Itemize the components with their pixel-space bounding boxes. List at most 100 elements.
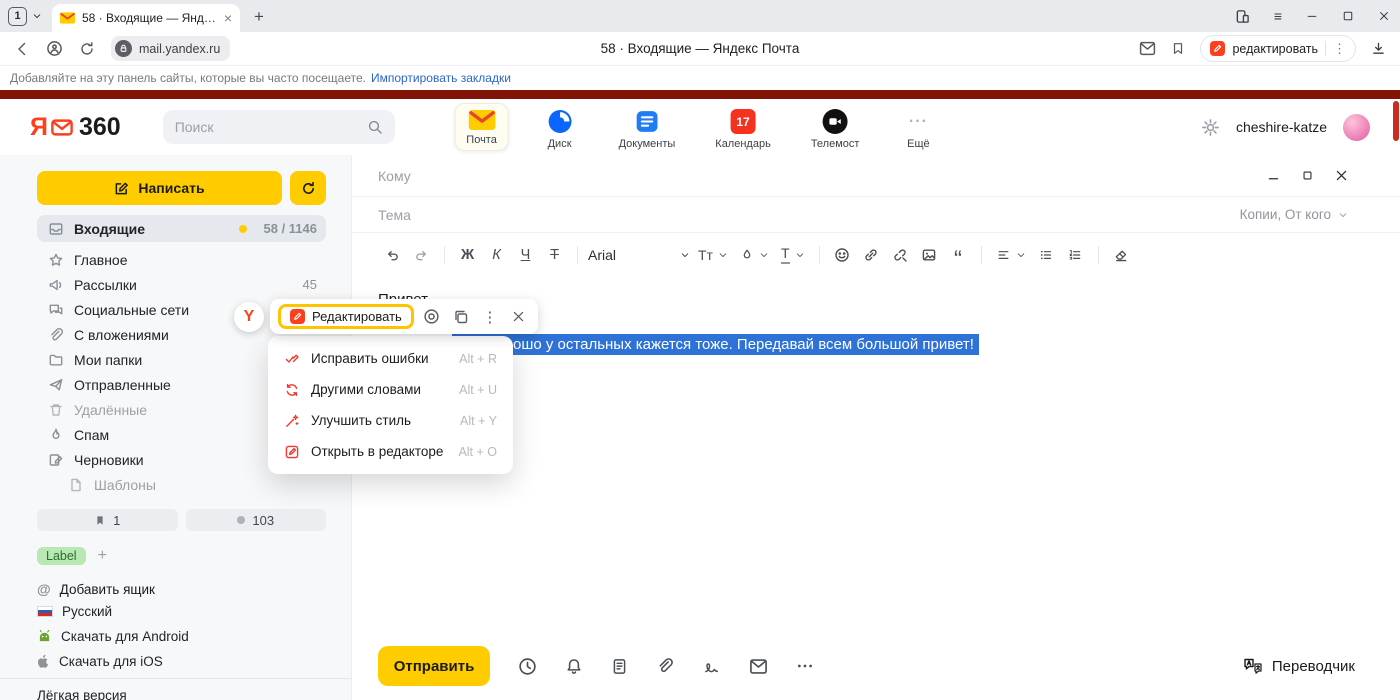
highlight-icon: [740, 248, 754, 262]
bookmarked-filter[interactable]: 1: [37, 509, 178, 531]
lite-version-link[interactable]: Лёгкая версия: [0, 678, 351, 700]
search-input[interactable]: [175, 119, 367, 135]
compose-expand-icon[interactable]: [1302, 170, 1313, 181]
user-name[interactable]: cheshire-katze: [1236, 119, 1327, 135]
italic-button[interactable]: К: [483, 241, 510, 269]
cc-from-toggle[interactable]: Копии, От кого: [1240, 207, 1348, 222]
download-ios-link[interactable]: Скачать для iOS: [0, 649, 351, 674]
service-documents[interactable]: Документы: [611, 103, 684, 154]
align-dropdown[interactable]: [993, 241, 1029, 269]
menu-item-open-editor[interactable]: Открыть в редакторе Alt + O: [268, 436, 513, 467]
refresh-mail-button[interactable]: [290, 171, 326, 205]
import-bookmarks-link[interactable]: Импортировать закладки: [371, 71, 511, 85]
chevron-down-icon: [1016, 250, 1026, 260]
compose-button[interactable]: Написать: [37, 171, 282, 205]
undo-button[interactable]: [379, 241, 406, 269]
service-header: Я 360 Почта Диск Документы 17 Календа: [0, 99, 1400, 155]
tab-close-icon[interactable]: ×: [224, 11, 232, 25]
mail-notify-icon[interactable]: [1139, 41, 1156, 56]
add-label-button[interactable]: +: [98, 547, 107, 565]
search-box[interactable]: [163, 110, 395, 144]
compose-close-icon[interactable]: [1335, 169, 1348, 182]
rephrase-icon: [284, 382, 300, 398]
at-icon: @: [37, 581, 51, 597]
address-pill[interactable]: mail.yandex.ru: [111, 36, 230, 61]
service-disk[interactable]: Диск: [533, 103, 587, 154]
emoji-button[interactable]: [829, 241, 856, 269]
link-button[interactable]: [858, 241, 885, 269]
back-icon[interactable]: [14, 41, 30, 57]
schedule-icon[interactable]: [518, 657, 537, 676]
eraser-button[interactable]: [1108, 241, 1135, 269]
minimize-icon[interactable]: [1306, 10, 1318, 22]
redo-button[interactable]: [408, 241, 435, 269]
sidebar-item-main[interactable]: Главное: [37, 247, 326, 272]
star-icon: [48, 252, 64, 268]
bold-button[interactable]: Ж: [454, 241, 481, 269]
to-field[interactable]: Кому: [378, 168, 411, 184]
browser-tab[interactable]: 58 · Входящие — Яндекс Почта ×: [52, 4, 240, 32]
selected-text[interactable]: ошо у остальных кажется тоже. Передавай …: [452, 334, 979, 355]
numbered-list-button[interactable]: [1062, 241, 1089, 269]
menu-item-fix-errors[interactable]: Исправить ошибки Alt + R: [268, 343, 513, 374]
page-scrollbar[interactable]: [1393, 101, 1399, 141]
text-color-dropdown[interactable]: Т: [778, 241, 808, 269]
menu-item-improve-style[interactable]: Улучшить стиль Alt + Y: [268, 405, 513, 436]
service-mail[interactable]: Почта: [455, 103, 509, 151]
devices-icon[interactable]: [1235, 9, 1250, 24]
menu-icon[interactable]: ≡: [1274, 9, 1282, 23]
service-calendar[interactable]: 17 Календарь: [707, 103, 779, 154]
download-android-link[interactable]: Скачать для Android: [0, 624, 351, 649]
envelope-icon[interactable]: [749, 658, 768, 675]
translator-button[interactable]: Переводчик: [1243, 657, 1355, 675]
menu-item-rephrase[interactable]: Другими словами Alt + U: [268, 374, 513, 405]
new-tab-button[interactable]: +: [246, 4, 272, 30]
bullet-list-button[interactable]: [1033, 241, 1060, 269]
download-icon[interactable]: [1371, 41, 1386, 56]
ai-close-icon[interactable]: [508, 310, 530, 323]
gear-icon[interactable]: [1201, 118, 1220, 137]
service-more[interactable]: ··· Ещё: [891, 103, 945, 154]
yandex-360-logo[interactable]: Я 360: [30, 113, 121, 142]
image-button[interactable]: [916, 241, 943, 269]
unread-filter[interactable]: 103: [186, 509, 327, 531]
send-button[interactable]: Отправить: [378, 646, 490, 686]
language-switcher[interactable]: Русский: [0, 599, 351, 624]
more-dots-icon: ···: [906, 109, 931, 134]
bell-icon[interactable]: [565, 657, 583, 676]
bookmark-flag-icon[interactable]: [1171, 41, 1185, 56]
yandex-ai-bubble[interactable]: Y: [234, 302, 264, 332]
signature-icon[interactable]: [702, 658, 721, 675]
tab-counter[interactable]: 1: [8, 0, 42, 32]
underline-button[interactable]: Ч: [512, 241, 539, 269]
unlink-button[interactable]: [887, 241, 914, 269]
highlight-color-dropdown[interactable]: [737, 241, 772, 269]
template-icon[interactable]: [611, 657, 628, 676]
search-icon: [367, 119, 383, 135]
font-size-dropdown[interactable]: Тт: [695, 241, 731, 269]
sidebar-item-newsletters[interactable]: Рассылки 45: [37, 272, 326, 297]
compose-minimize-icon[interactable]: [1267, 169, 1280, 182]
refresh-icon[interactable]: [79, 41, 95, 57]
avatar[interactable]: [1343, 114, 1370, 141]
sidebar-item-templates[interactable]: Шаблоны: [37, 472, 326, 497]
kebab-icon[interactable]: ⋮: [479, 308, 501, 326]
font-family-dropdown[interactable]: Arial: [588, 241, 690, 269]
globe-icon[interactable]: [421, 308, 443, 325]
attach-icon[interactable]: [656, 657, 674, 675]
maximize-icon[interactable]: [1342, 10, 1354, 22]
add-mailbox-button[interactable]: @ Добавить ящик: [37, 581, 326, 597]
service-telemost[interactable]: Телемост: [803, 103, 868, 154]
label-tag[interactable]: Label: [37, 547, 86, 565]
strikethrough-button[interactable]: Т: [541, 241, 568, 269]
more-options-icon[interactable]: [796, 657, 814, 675]
profile-icon[interactable]: [46, 40, 63, 57]
ai-edit-button[interactable]: Редактировать: [278, 304, 414, 329]
subject-field[interactable]: Тема: [378, 207, 411, 223]
kebab-icon[interactable]: ⋮: [1333, 42, 1346, 55]
quote-button[interactable]: “: [945, 241, 972, 269]
close-icon[interactable]: [1378, 10, 1390, 22]
sidebar-item-inbox[interactable]: Входящие 58 / 1146: [37, 215, 326, 242]
editor-extension-button[interactable]: редактировать ⋮: [1200, 35, 1356, 62]
copy-icon[interactable]: [450, 309, 472, 325]
